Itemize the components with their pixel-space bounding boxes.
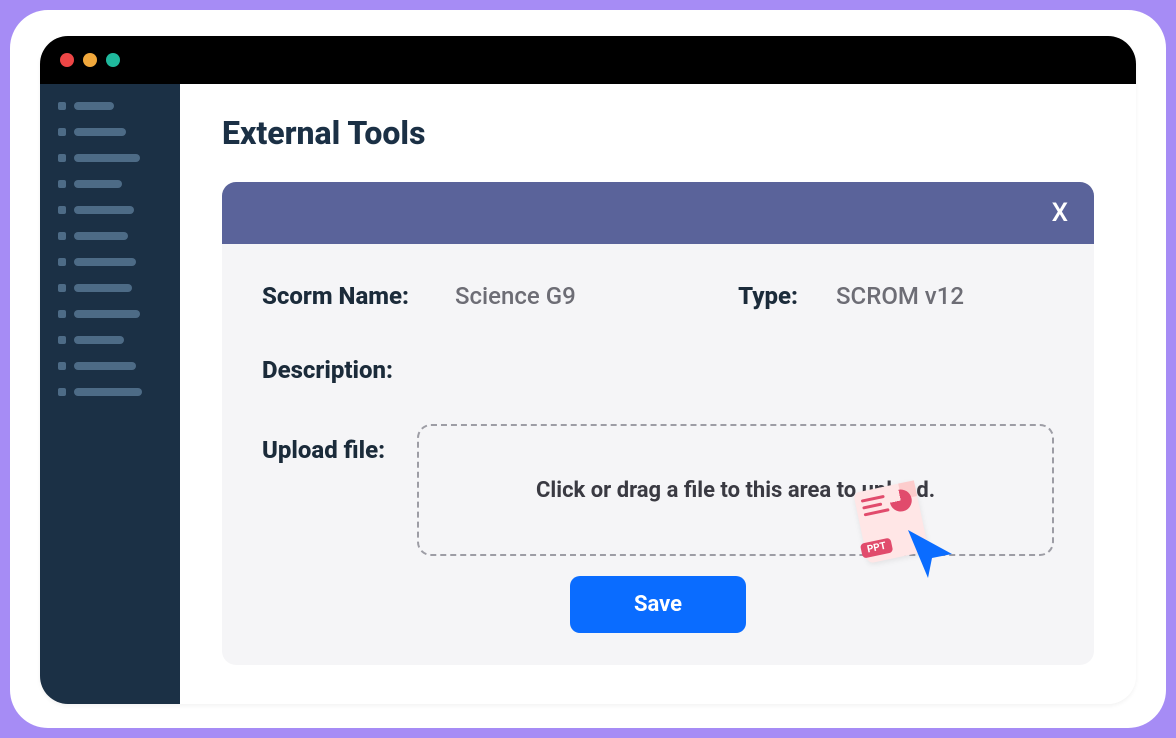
window-minimize-dot[interactable] xyxy=(83,53,97,67)
sidebar-item-label xyxy=(74,154,140,162)
sidebar-item-label xyxy=(74,102,114,110)
content-area: External Tools X Scorm Name: Science G9 xyxy=(40,84,1136,704)
app-shell: External Tools X Scorm Name: Science G9 xyxy=(10,10,1166,728)
sidebar-item-icon xyxy=(58,206,66,214)
sidebar-item[interactable] xyxy=(58,258,162,266)
sidebar-item-icon xyxy=(58,258,66,266)
sidebar-item-icon xyxy=(58,128,66,136)
sidebar-item-icon xyxy=(58,310,66,318)
upload-dropzone[interactable]: Click or drag a file to this area to upl… xyxy=(417,424,1054,556)
sidebar-item-icon xyxy=(58,180,66,188)
panel-header: X xyxy=(222,182,1094,244)
sidebar-item-label xyxy=(74,284,132,292)
field-type: Type: SCROM v12 xyxy=(738,282,964,310)
sidebar-item-label xyxy=(74,336,124,344)
sidebar-item-label xyxy=(74,206,134,214)
sidebar-item-label xyxy=(74,258,136,266)
description-label: Description: xyxy=(262,356,437,384)
sidebar-item[interactable] xyxy=(58,154,162,162)
upload-label: Upload file: xyxy=(262,424,385,464)
cursor-icon xyxy=(906,528,956,582)
sidebar-item-icon xyxy=(58,336,66,344)
sidebar-item-label xyxy=(74,310,140,318)
field-scorm-name: Scorm Name: Science G9 xyxy=(262,282,576,310)
type-label: Type: xyxy=(738,282,798,310)
save-button[interactable]: Save xyxy=(570,576,746,633)
main-content: External Tools X Scorm Name: Science G9 xyxy=(180,84,1136,704)
panel-body: Scorm Name: Science G9 Type: SCROM v12 xyxy=(222,244,1094,665)
type-value: SCROM v12 xyxy=(836,282,964,310)
upload-panel: X Scorm Name: Science G9 Type: SCROM v1 xyxy=(222,182,1094,665)
form-row-top: Scorm Name: Science G9 Type: SCROM v12 xyxy=(262,282,1054,310)
file-type-badge: PPT xyxy=(860,537,894,558)
sidebar-item-label xyxy=(74,128,126,136)
sidebar xyxy=(40,84,180,704)
scorm-name-value: Science G9 xyxy=(455,282,576,310)
sidebar-item-icon xyxy=(58,102,66,110)
sidebar-item-icon xyxy=(58,284,66,292)
sidebar-item[interactable] xyxy=(58,362,162,370)
browser-window: External Tools X Scorm Name: Science G9 xyxy=(40,36,1136,704)
close-icon[interactable]: X xyxy=(1052,198,1068,228)
sidebar-item[interactable] xyxy=(58,128,162,136)
sidebar-item[interactable] xyxy=(58,180,162,188)
sidebar-item-icon xyxy=(58,388,66,396)
window-titlebar xyxy=(40,36,1136,84)
sidebar-item[interactable] xyxy=(58,284,162,292)
sidebar-item[interactable] xyxy=(58,310,162,318)
sidebar-item-label xyxy=(74,388,142,396)
field-description: Description: xyxy=(262,356,1054,384)
sidebar-item[interactable] xyxy=(58,336,162,344)
sidebar-item-icon xyxy=(58,362,66,370)
sidebar-item[interactable] xyxy=(58,388,162,396)
upload-hint: Click or drag a file to this area to upl… xyxy=(536,478,935,503)
sidebar-item-label xyxy=(74,232,128,240)
sidebar-item[interactable] xyxy=(58,206,162,214)
sidebar-item-label xyxy=(74,180,122,188)
sidebar-item[interactable] xyxy=(58,232,162,240)
scorm-name-label: Scorm Name: xyxy=(262,282,437,310)
sidebar-item-icon xyxy=(58,232,66,240)
save-row: Save xyxy=(262,576,1054,633)
field-upload: Upload file: Click or drag a file to thi… xyxy=(262,424,1054,556)
sidebar-item-icon xyxy=(58,154,66,162)
sidebar-item[interactable] xyxy=(58,102,162,110)
sidebar-item-label xyxy=(74,362,136,370)
window-maximize-dot[interactable] xyxy=(106,53,120,67)
page-title: External Tools xyxy=(222,114,1094,152)
window-close-dot[interactable] xyxy=(60,53,74,67)
